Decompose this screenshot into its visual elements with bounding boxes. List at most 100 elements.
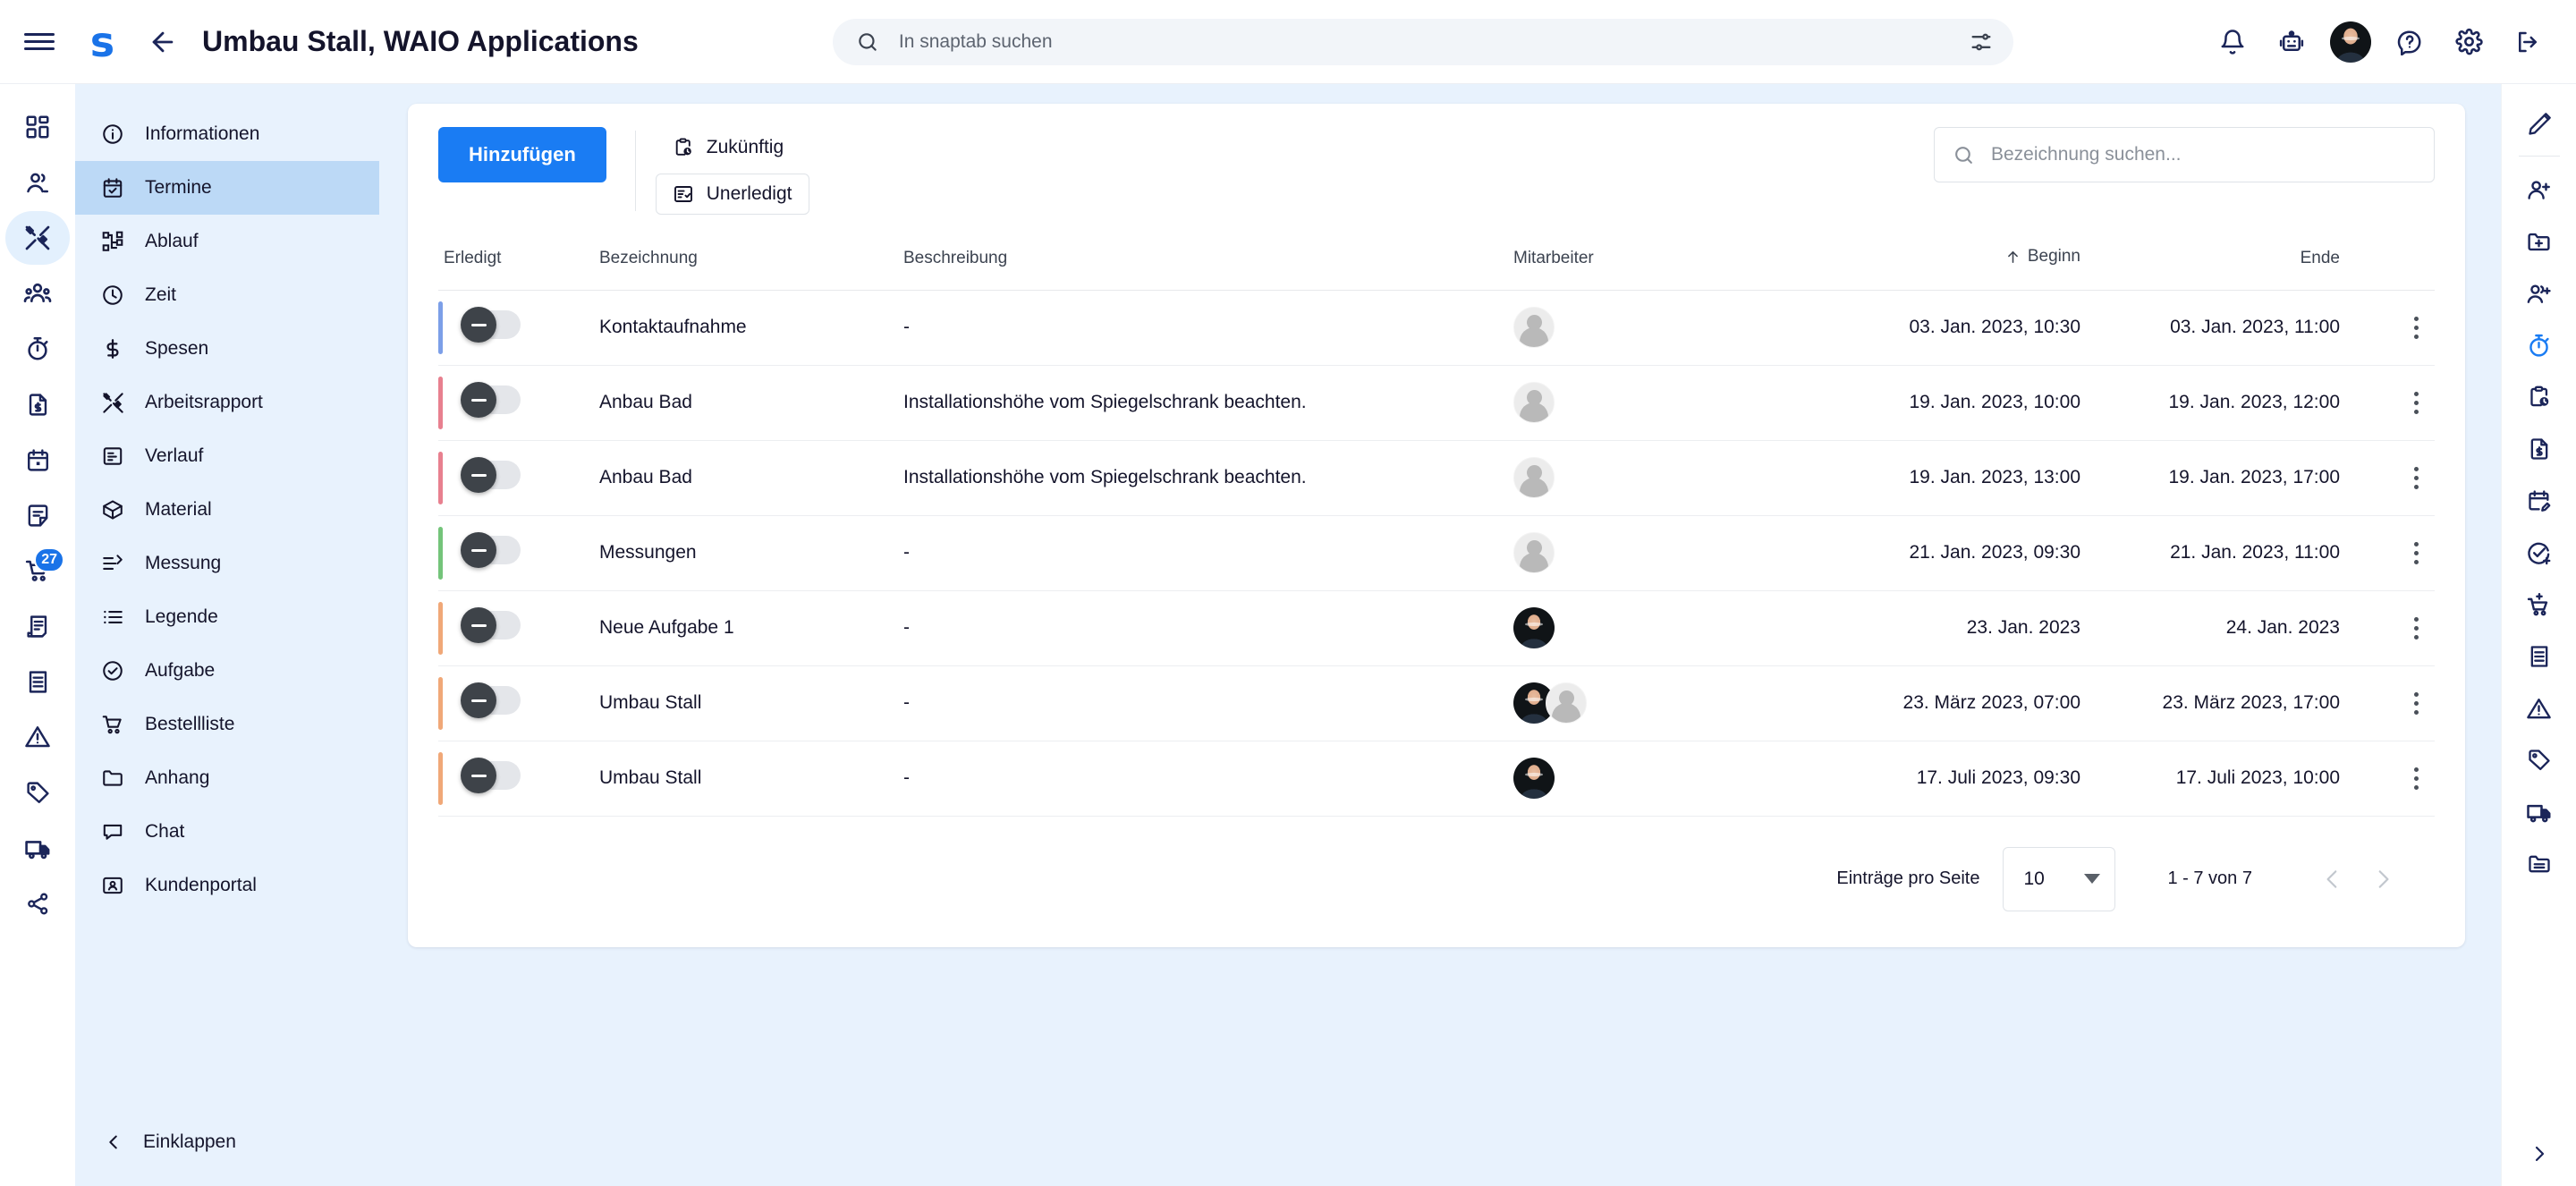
chevron-down-icon	[2084, 874, 2101, 884]
column-header-erledigt[interactable]: Erledigt	[438, 224, 599, 291]
hamburger-icon[interactable]	[14, 17, 64, 67]
toggle-knob	[461, 758, 496, 793]
logout-icon[interactable]	[2503, 17, 2553, 67]
tag-icon[interactable]	[2507, 734, 2572, 786]
kebab-menu-icon[interactable]	[2397, 459, 2435, 496]
add-cart-icon[interactable]	[2507, 579, 2572, 631]
warning-icon[interactable]	[2507, 682, 2572, 734]
notifications-bell-icon[interactable]	[2207, 17, 2258, 67]
settings-gear-icon[interactable]	[2444, 17, 2494, 67]
sidebar-item-anhang[interactable]: Anhang	[75, 751, 379, 805]
table-row[interactable]: Messungen - 21. Jan. 2023, 09:30 21. Jan…	[438, 515, 2435, 590]
cell-beginn: 17. Juli 2023, 09:30	[1916, 767, 2080, 788]
help-icon[interactable]	[2385, 17, 2435, 67]
table-row[interactable]: Anbau Bad Installationshöhe vom Spiegels…	[438, 440, 2435, 515]
global-search-input[interactable]: In snaptab suchen	[832, 18, 2013, 65]
table-row[interactable]: Umbau Stall - 23. März 2023, 07:00 23. M…	[438, 665, 2435, 741]
projects-tools-icon[interactable]	[5, 211, 70, 265]
snaptab-logo[interactable]: s	[77, 17, 127, 67]
sidebar-item-label: Chat	[145, 821, 185, 842]
done-toggle[interactable]	[461, 457, 521, 493]
sidebar-item-bestellliste[interactable]: Bestellliste	[75, 698, 379, 751]
receipt-print-icon[interactable]	[5, 599, 70, 653]
sidebar-item-informationen[interactable]: Informationen	[75, 107, 379, 161]
kebab-menu-icon[interactable]	[2397, 534, 2435, 572]
notes-icon[interactable]	[5, 488, 70, 542]
sidebar-collapse-button[interactable]: Einklappen	[75, 1118, 379, 1166]
sidebar-item-material[interactable]: Material	[75, 483, 379, 537]
add-folder-icon[interactable]	[2507, 216, 2572, 267]
cell-erledigt	[438, 290, 599, 365]
column-header-ende[interactable]: Ende	[2104, 224, 2372, 291]
done-toggle[interactable]	[461, 532, 521, 568]
filter-chip-unerledigt[interactable]: Unerledigt	[655, 174, 809, 215]
add-team-icon[interactable]	[2507, 267, 2572, 319]
sidebar-item-legende[interactable]: Legende	[75, 590, 379, 644]
sidebar-item-arbeitsrapport[interactable]: Arbeitsrapport	[75, 376, 379, 429]
done-toggle[interactable]	[461, 307, 521, 343]
start-timer-icon[interactable]	[2507, 319, 2572, 371]
kebab-menu-icon[interactable]	[2397, 309, 2435, 346]
sidebar-item-ablauf[interactable]: Ablauf	[75, 215, 379, 268]
filter-sliders-icon[interactable]	[1969, 30, 1994, 55]
table-search-input[interactable]: Bezeichnung suchen...	[1934, 127, 2435, 182]
arrow-left-icon[interactable]	[138, 17, 188, 67]
sidebar-item-chat[interactable]: Chat	[75, 805, 379, 859]
column-header-beginn[interactable]: Beginn	[1809, 224, 2104, 291]
table-row[interactable]: Anbau Bad Installationshöhe vom Spiegels…	[438, 365, 2435, 440]
table-row[interactable]: Umbau Stall - 17. Juli 2023, 09:30 17. J…	[438, 741, 2435, 816]
dashboard-icon[interactable]	[5, 100, 70, 154]
add-button[interactable]: Hinzufügen	[438, 127, 606, 182]
edit-calendar-icon[interactable]	[2507, 475, 2572, 527]
sidebar-item-aufgabe[interactable]: Aufgabe	[75, 644, 379, 698]
kebab-menu-icon[interactable]	[2397, 759, 2435, 797]
sidebar-item-verlauf[interactable]: Verlauf	[75, 429, 379, 483]
column-header-beschreibung[interactable]: Beschreibung	[903, 224, 1513, 291]
kebab-menu-icon[interactable]	[2397, 684, 2435, 722]
table-row[interactable]: Neue Aufgabe 1 - 23. Jan. 2023 24. Jan. …	[438, 590, 2435, 665]
delivery-truck-icon[interactable]	[2507, 786, 2572, 838]
sidebar-item-kundenportal[interactable]: Kundenportal	[75, 859, 379, 912]
add-invoice-icon[interactable]	[2507, 423, 2572, 475]
kebab-menu-icon[interactable]	[2397, 609, 2435, 647]
column-header-mitarbeiter[interactable]: Mitarbeiter	[1513, 224, 1809, 291]
warning-icon[interactable]	[5, 710, 70, 764]
sidebar-item-messung[interactable]: Messung	[75, 537, 379, 590]
filter-chip-zukuenftig[interactable]: Zukünftig	[656, 127, 809, 168]
sidebar-item-termine[interactable]: Termine	[75, 161, 379, 215]
bot-assistant-icon[interactable]	[2267, 17, 2317, 67]
rail-expand-button[interactable]	[2507, 1134, 2572, 1186]
archive-folder-icon[interactable]	[2507, 838, 2572, 890]
previous-page-button[interactable]	[2308, 854, 2358, 904]
contacts-icon[interactable]	[5, 156, 70, 209]
next-page-button[interactable]	[2358, 854, 2408, 904]
column-header-bezeichnung[interactable]: Bezeichnung	[599, 224, 903, 291]
avatar-image	[2330, 21, 2371, 63]
edit-pencil-icon[interactable]	[2507, 98, 2572, 150]
done-toggle[interactable]	[461, 382, 521, 418]
calendar-icon[interactable]	[5, 433, 70, 487]
user-avatar[interactable]	[2326, 17, 2376, 67]
share-icon[interactable]	[5, 877, 70, 930]
done-toggle[interactable]	[461, 682, 521, 718]
done-toggle[interactable]	[461, 607, 521, 643]
add-task-icon[interactable]	[2507, 527, 2572, 579]
delivery-truck-icon[interactable]	[5, 821, 70, 875]
sidebar-item-label: Material	[145, 499, 212, 520]
timetracking-icon[interactable]	[5, 322, 70, 376]
receipt-icon[interactable]	[2507, 631, 2572, 682]
sidebar-item-zeit[interactable]: Zeit	[75, 268, 379, 322]
per-page-select[interactable]: 10	[2003, 846, 2116, 911]
sidebar-item-spesen[interactable]: Spesen	[75, 322, 379, 376]
kebab-menu-icon[interactable]	[2397, 384, 2435, 421]
info-circle-icon	[100, 122, 125, 147]
table-row[interactable]: Kontaktaufnahme - 03. Jan. 2023, 10:30 0…	[438, 290, 2435, 365]
team-icon[interactable]	[5, 267, 70, 320]
tag-icon[interactable]	[5, 766, 70, 819]
cart-icon[interactable]: 27	[5, 544, 70, 597]
receipt-icon[interactable]	[5, 655, 70, 708]
invoice-icon[interactable]	[5, 377, 70, 431]
add-person-icon[interactable]	[2507, 164, 2572, 216]
add-appointment-icon[interactable]	[2507, 371, 2572, 423]
done-toggle[interactable]	[461, 758, 521, 793]
